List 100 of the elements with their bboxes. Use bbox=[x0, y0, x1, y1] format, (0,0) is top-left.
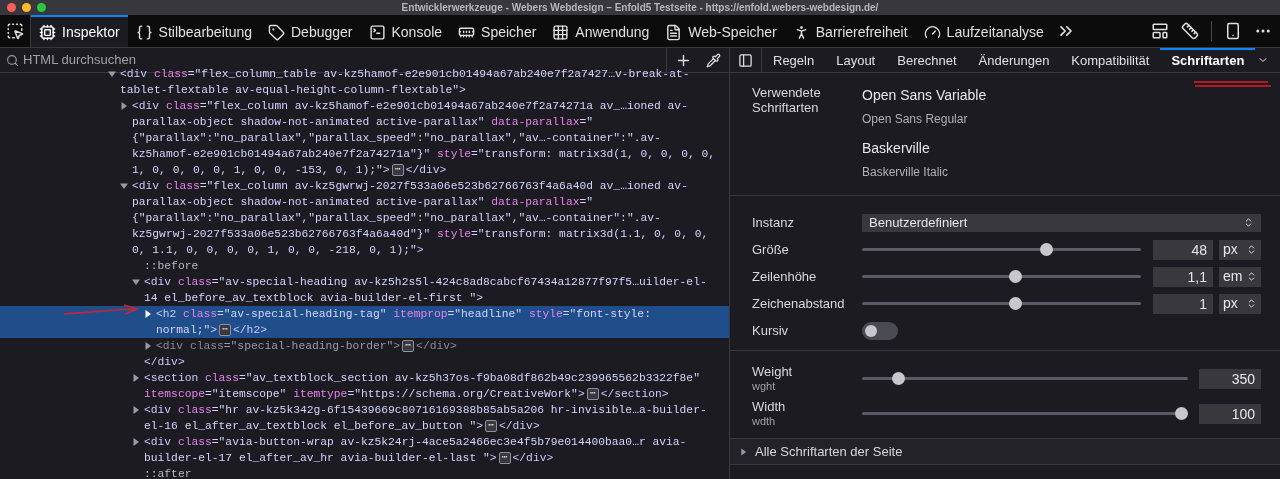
terminal-icon bbox=[368, 23, 386, 41]
panel-tab[interactable]: Schriftarten bbox=[1160, 48, 1256, 72]
unit-select[interactable]: px bbox=[1219, 293, 1261, 314]
slider-track[interactable] bbox=[862, 269, 1141, 284]
slider-track[interactable] bbox=[862, 371, 1188, 386]
slider-thumb[interactable] bbox=[1009, 297, 1023, 310]
expand-triangle-icon[interactable] bbox=[144, 342, 152, 350]
tool-tab[interactable]: Speicher bbox=[450, 15, 545, 47]
expand-triangle-icon[interactable] bbox=[132, 278, 140, 286]
updown-icon bbox=[1246, 271, 1257, 282]
section-label: Verwendete Schriftarten bbox=[752, 85, 822, 117]
expand-triangle-icon[interactable] bbox=[132, 406, 140, 414]
tool-tab[interactable]: Debugger bbox=[260, 15, 361, 47]
setting-label: Instanz bbox=[752, 213, 795, 232]
expand-triangle-icon[interactable] bbox=[108, 70, 116, 78]
search-icon bbox=[6, 53, 19, 67]
tree-row[interactable]: <div class="avia-button-wrap av-kz5k24rj-4ace5a2466ec3e4f5b79e014400baa0…r avia-builder-el-17 el_after_av_hr avia-builder-el-last "> ⋯ </div> bbox=[0, 434, 729, 466]
setting-label: Zeichenabstand bbox=[752, 294, 846, 313]
chip-icon bbox=[39, 23, 56, 41]
code-line: <section class="av_textblock_section av-kz5h37os-f9ba08df862b49c239965562b3322f8e" itemscope="itemscope" itemtype="https://schema.org/CreativeWork"> ⋯ </section> bbox=[144, 371, 701, 402]
axis-tag: wght bbox=[752, 379, 862, 393]
tool-tab[interactable]: Web-Speicher bbox=[657, 15, 785, 47]
ruler-icon[interactable] bbox=[1181, 22, 1199, 40]
tree-row[interactable]: <div class="hr av-kz5k342g-6f15439669c80716169388b85ab5a206 hr-invisible…a-builder-el-16 el_after_av_textblock el_before_av_button "> ⋯ </div> bbox=[0, 402, 729, 434]
gauge-icon bbox=[923, 23, 941, 41]
tool-tab[interactable]: Laufzeitanalyse bbox=[915, 15, 1052, 47]
axis-label: Width bbox=[752, 399, 787, 414]
sidebar-toggle-icon[interactable] bbox=[738, 52, 753, 68]
code-line: ::after bbox=[144, 467, 193, 479]
slider-thumb[interactable] bbox=[891, 372, 905, 385]
slider-track[interactable] bbox=[862, 242, 1141, 257]
axis-label: Weight bbox=[752, 364, 794, 379]
font-name: Open Sans Variable bbox=[862, 86, 987, 105]
tree-row[interactable]: <div class="special-heading-border"> ⋯ </div> bbox=[0, 338, 729, 354]
font-face: Baskerville Italic bbox=[862, 164, 950, 181]
setting-label: Kursiv bbox=[752, 321, 790, 340]
unit-select[interactable]: em bbox=[1219, 266, 1261, 287]
value-input[interactable]: 48 bbox=[1153, 239, 1213, 260]
value-input[interactable]: 1 bbox=[1153, 293, 1213, 314]
tool-tab[interactable]: Konsole bbox=[360, 15, 451, 47]
expand-triangle-icon[interactable] bbox=[120, 182, 128, 190]
unit-select[interactable]: px bbox=[1219, 239, 1261, 260]
toggle-switch[interactable] bbox=[862, 321, 898, 340]
maximize-window-icon[interactable] bbox=[37, 3, 46, 12]
instance-select[interactable]: Benutzerdefiniert bbox=[862, 213, 1261, 232]
tree-row[interactable]: <section class="av_textblock_section av-kz5h37os-f9ba08df862b49c239965562b3322f8e" itemscope="itemscope" itemtype="https://schema.org/CreativeWork"> ⋯ </section> bbox=[0, 370, 729, 402]
document-icon bbox=[665, 23, 683, 41]
code-line: <div class="flex_column_table av-kz5hamof-e2e901cb01494a67ab240e7f2a7427…v-break-at-tablet-flextable av-equal-height-column-flextable"> bbox=[120, 67, 691, 98]
expand-triangle-icon[interactable] bbox=[132, 438, 140, 446]
window-title: Entwicklerwerkzeuge - Webers Webdesign – Enfold5 Testseite - https://enfold.webers-webdesign.de/ bbox=[401, 1, 879, 15]
setting-label: Zeilenhöhe bbox=[752, 267, 818, 286]
value-input[interactable]: 1,1 bbox=[1153, 266, 1213, 287]
code-line: <div class="avia-button-wrap av-kz5k24rj-4ace5a2466ec3e4f5b79e014400baa0…r avia-builder-el-17 el_after_av_hr avia-builder-el-last "> ⋯ </div> bbox=[144, 435, 688, 466]
close-window-icon[interactable] bbox=[7, 3, 16, 12]
grid-icon bbox=[552, 23, 570, 41]
updown-icon bbox=[1246, 298, 1257, 309]
value-input[interactable]: 350 bbox=[1199, 368, 1261, 389]
setting-label: Größe bbox=[752, 240, 790, 259]
panel-tab[interactable]: Änderungen bbox=[967, 48, 1061, 72]
element-picker-icon[interactable] bbox=[6, 22, 24, 40]
code-line: ::before bbox=[144, 259, 200, 274]
eyedropper-icon[interactable] bbox=[706, 52, 721, 68]
updown-icon bbox=[1246, 244, 1257, 255]
expand-triangle-icon[interactable] bbox=[132, 374, 140, 382]
tree-row[interactable]: ::before bbox=[0, 258, 729, 274]
tree-row[interactable]: <h2 class="av-special-heading-tag" itemprop="headline" style="font-style: normal;"> ⋯ </h2> bbox=[0, 306, 729, 338]
slider-track[interactable] bbox=[862, 406, 1188, 421]
expand-triangle-icon[interactable] bbox=[144, 310, 152, 318]
panel-tab[interactable]: Regeln bbox=[762, 48, 826, 72]
code-line: <h2 class="av-special-heading-tag" itemprop="headline" style="font-style: normal;"> ⋯ </h2> bbox=[156, 307, 652, 338]
code-line: <div class="flex_column av-kz5hamof-e2e901cb01494a67ab240e7f2a74271a av_…ioned av-parallax-object shadow-not-animated active-parallax" data-parallax="{"parallax":"no_parallax","parallax_speed":"no_parallax","av…-container":".av-kz5hamof-e2e901cb01494a67ab240e7f2a74271a"}" style="transform: matrix3d(1, 0, 0, 0, 0, 1, 0, 0, 0, 0, 1, 0, 0, -153, 0, 1);"> ⋯ </div> bbox=[132, 99, 717, 178]
tree-row[interactable]: <div class="av-special-heading av-kz5h2s5l-424c8ad8cabcf67434a12877f97f5…uilder-el-14 el_before_av_textblock avia-builder-el-first "> bbox=[0, 274, 729, 306]
code-line: <div class="hr av-kz5k342g-6f15439669c80716169388b85ab5a206 hr-invisible…a-builder-el-16 el_after_av_textblock el_before_av_button "> ⋯ </div> bbox=[144, 403, 708, 434]
phone-icon[interactable] bbox=[1224, 22, 1242, 40]
value-input[interactable]: 100 bbox=[1199, 403, 1261, 424]
expand-triangle-icon bbox=[740, 447, 747, 456]
slider-thumb[interactable] bbox=[1009, 270, 1023, 283]
minimize-window-icon[interactable] bbox=[22, 3, 31, 12]
tool-tab[interactable]: Inspektor bbox=[31, 15, 128, 47]
tree-row[interactable]: ::after bbox=[0, 466, 729, 479]
slider-thumb[interactable] bbox=[1040, 243, 1054, 256]
panel-tab[interactable]: Kompatibilität bbox=[1060, 48, 1161, 72]
slider-thumb[interactable] bbox=[1175, 407, 1189, 420]
panel-tab[interactable]: Layout bbox=[825, 48, 887, 72]
all-fonts-toggle[interactable]: Alle Schriftarten der Seite bbox=[730, 439, 1280, 465]
tool-tab[interactable]: Stilbearbeitung bbox=[127, 15, 260, 47]
tool-tab[interactable]: Barrierefreiheit bbox=[784, 15, 916, 47]
code-line: <div class="flex_column av-kz5gwrwj-2027f533a06e523b62766763f4a6a40d av_…ioned av-parallax-object shadow-not-animated active-parallax" data-parallax="{"parallax":"no_parallax","parallax_speed":"no_parallax","av…-container":".av-kz5gwrwj-2027f533a06e523b62766763f4a6a40d"}" style="transform: matrix3d(1.1, 0, 0, 0, 0, 1.1, 0, 0, 0, 0, 1, 0, 0, -218, 0, 1);"> bbox=[132, 179, 710, 258]
tool-tab[interactable]: Anwendung bbox=[544, 15, 658, 47]
code-line: <div class="av-special-heading av-kz5h2s5l-424c8ad8cabcf67434a12877f97f5…uilder-el-14 el_before_av_textblock avia-builder-el-first "> bbox=[144, 275, 708, 306]
code-line: <div class="special-heading-border"> ⋯ </div> bbox=[156, 339, 458, 354]
axis-tag: wdth bbox=[752, 414, 862, 428]
font-name: Baskerville bbox=[862, 139, 931, 158]
layout-icon[interactable] bbox=[1151, 22, 1169, 40]
font-face: Open Sans Regular bbox=[862, 111, 969, 128]
braces-icon bbox=[135, 23, 153, 41]
expand-triangle-icon[interactable] bbox=[120, 102, 128, 110]
slider-track[interactable] bbox=[862, 296, 1141, 311]
panel-tab[interactable]: Berechnet bbox=[886, 48, 968, 72]
tag-icon bbox=[268, 23, 285, 41]
